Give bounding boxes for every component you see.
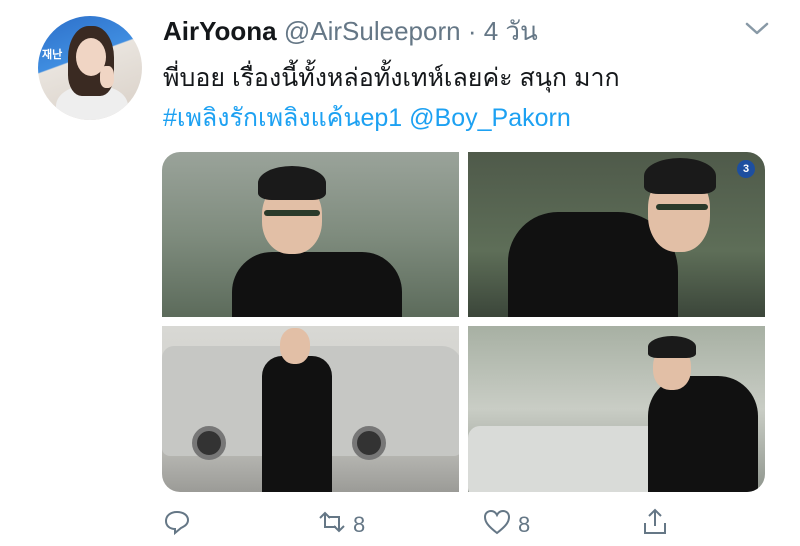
media-photo-1[interactable] <box>162 152 459 317</box>
chevron-down-icon[interactable] <box>744 18 770 38</box>
separator-dot: · <box>467 16 477 46</box>
display-name[interactable]: AirYoona <box>163 16 277 46</box>
tweet-header: AirYoona @AirSuleeporn · 4 วัน <box>163 14 538 48</box>
channel-logo: 3 <box>737 160 755 178</box>
like-button[interactable]: 8 <box>482 507 531 543</box>
media-photo-4[interactable] <box>468 326 765 492</box>
avatar-sign-text: 재난 <box>42 49 63 61</box>
tweet-text: พี่บอย เรื่องนี้ทั้งหล่อทั้งเทห์เลยค่ะ ส… <box>163 58 773 138</box>
avatar-hand <box>100 66 114 88</box>
user-handle[interactable]: @AirSuleeporn <box>284 16 461 46</box>
retweet-count: 8 <box>353 512 366 537</box>
tweet-text-line: พี่บอย เรื่องนี้ทั้งหล่อทั้งเทห์เลยค่ะ ส… <box>163 64 620 92</box>
share-button[interactable] <box>640 507 670 543</box>
reply-icon <box>162 507 192 543</box>
hashtag-link[interactable]: #เพลิงรักเพลิงแค้นep1 <box>163 104 402 132</box>
tweet-actions: 8 8 <box>162 507 702 543</box>
tweet-link-line: #เพลิงรักเพลิงแค้นep1 @Boy_Pakorn <box>163 98 773 138</box>
like-count: 8 <box>518 512 531 537</box>
share-icon <box>640 507 670 543</box>
timestamp[interactable]: 4 วัน <box>484 16 538 46</box>
media-photo-3[interactable] <box>162 326 459 492</box>
media-grid: 3 <box>162 152 765 492</box>
heart-icon <box>482 507 512 543</box>
retweet-icon <box>317 507 347 543</box>
media-photo-2[interactable]: 3 <box>468 152 765 317</box>
reply-button[interactable] <box>162 510 192 540</box>
avatar[interactable]: 재난 <box>38 16 142 120</box>
retweet-button[interactable]: 8 <box>317 510 365 540</box>
mention-link[interactable]: @Boy_Pakorn <box>409 104 571 132</box>
